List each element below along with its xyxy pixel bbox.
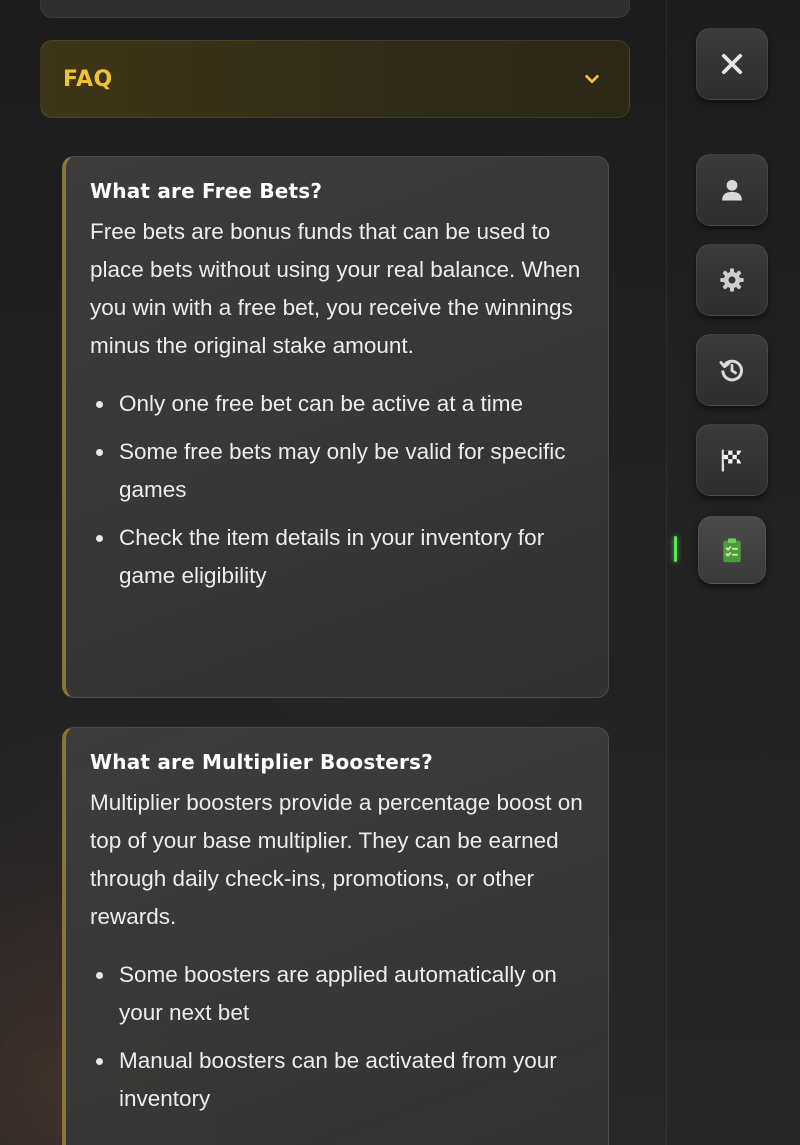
faq-answer-text: Free bets are bonus funds that can be us… [90, 219, 581, 358]
close-icon [721, 53, 743, 75]
history-button[interactable] [696, 334, 768, 406]
faq-title: FAQ [63, 66, 113, 92]
races-button[interactable] [696, 424, 768, 496]
faq-panel: FAQ What are Free Bets? Free bets are bo… [0, 0, 667, 1145]
close-button[interactable] [696, 28, 768, 100]
checkered-flag-icon [721, 449, 742, 472]
list-item: Only one free bet can be active at a tim… [90, 385, 588, 423]
sidebar [668, 0, 800, 1145]
faq-button[interactable] [698, 516, 766, 584]
faq-accordion-header[interactable]: FAQ [40, 40, 630, 118]
clipboard-check-icon [723, 538, 741, 563]
list-item: Check the item details in your inventory… [90, 519, 588, 595]
list-item: Manual boosters can be activated from yo… [90, 1042, 588, 1118]
previous-section-stub[interactable] [40, 0, 630, 18]
faq-card-multiplier-boosters: What are Multiplier Boosters? Multiplier… [62, 727, 609, 1145]
active-indicator [674, 536, 677, 562]
profile-button[interactable] [696, 154, 768, 226]
faq-question-title: What are Multiplier Boosters? [90, 750, 433, 774]
list-item: Some free bets may only be valid for spe… [90, 433, 588, 509]
settings-button[interactable] [696, 244, 768, 316]
chevron-down-icon [585, 74, 599, 84]
user-icon [722, 179, 742, 201]
list-item: Some boosters are applied automatically … [90, 956, 588, 1032]
faq-bullet-list: Some boosters are applied automatically … [90, 956, 588, 1118]
faq-bullet-list: Only one free bet can be active at a tim… [90, 385, 588, 595]
history-icon [719, 359, 743, 382]
faq-card-free-bets: What are Free Bets? Free bets are bonus … [62, 156, 609, 698]
faq-question-title: What are Free Bets? [90, 179, 323, 203]
gear-icon [720, 268, 744, 292]
faq-answer-text: Multiplier boosters provide a percentage… [90, 790, 583, 929]
